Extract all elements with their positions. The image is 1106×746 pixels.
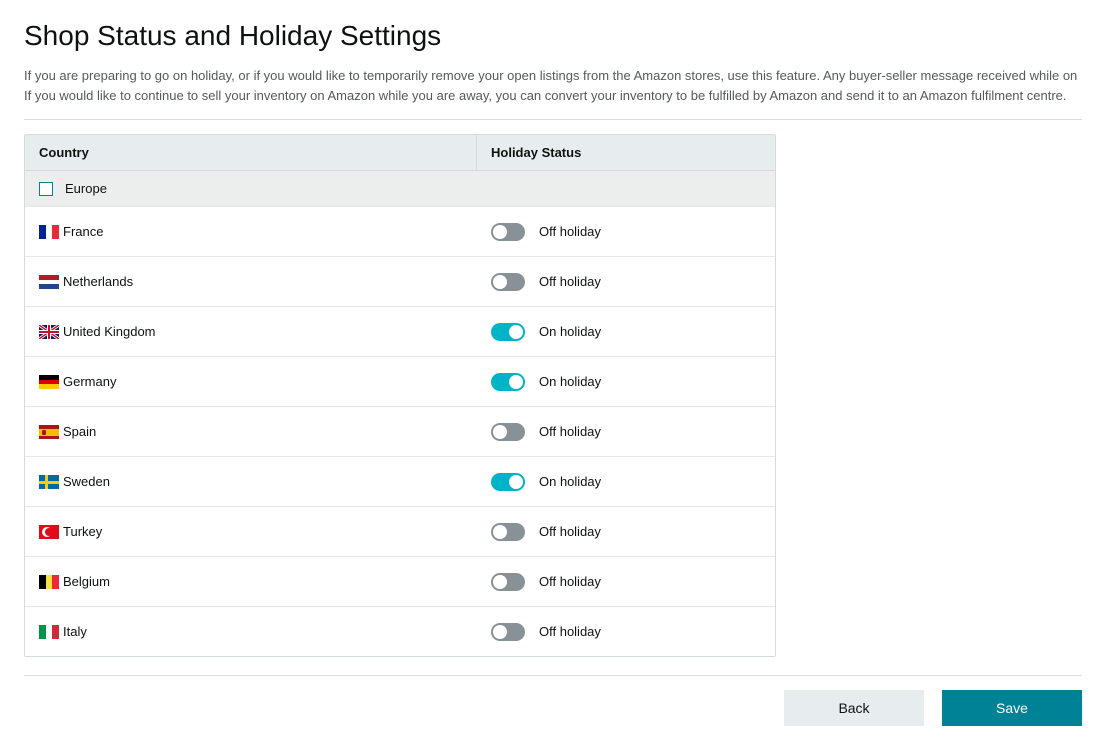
table-row: France Off holiday bbox=[25, 206, 775, 256]
holiday-toggle[interactable] bbox=[491, 573, 525, 591]
status-label: Off holiday bbox=[539, 274, 601, 289]
holiday-toggle[interactable] bbox=[491, 373, 525, 391]
status-cell: Off holiday bbox=[477, 213, 775, 251]
country-name: Spain bbox=[63, 424, 96, 439]
status-label: Off holiday bbox=[539, 624, 601, 639]
status-cell: On holiday bbox=[477, 363, 775, 401]
holiday-toggle[interactable] bbox=[491, 523, 525, 541]
table-row: Germany On holiday bbox=[25, 356, 775, 406]
europe-checkbox[interactable] bbox=[39, 182, 53, 196]
group-row-europe: Europe bbox=[25, 170, 775, 206]
footer-bar: Back Save bbox=[24, 675, 1082, 726]
country-cell: Italy bbox=[25, 614, 477, 649]
status-cell: Off holiday bbox=[477, 413, 775, 451]
description-line-2: If you would like to continue to sell yo… bbox=[24, 86, 1082, 106]
table-row: Turkey Off holiday bbox=[25, 506, 775, 556]
page-description: If you are preparing to go on holiday, o… bbox=[24, 66, 1082, 105]
flag-icon-es bbox=[39, 425, 59, 439]
column-header-status: Holiday Status bbox=[477, 135, 775, 170]
country-cell: Turkey bbox=[25, 514, 477, 549]
table-row: Spain Off holiday bbox=[25, 406, 775, 456]
group-label: Europe bbox=[65, 181, 107, 196]
status-label: Off holiday bbox=[539, 424, 601, 439]
status-label: Off holiday bbox=[539, 224, 601, 239]
country-name: Germany bbox=[63, 374, 116, 389]
country-name: Sweden bbox=[63, 474, 110, 489]
holiday-toggle[interactable] bbox=[491, 623, 525, 641]
table-row: United Kingdom On holiday bbox=[25, 306, 775, 356]
status-label: On holiday bbox=[539, 374, 601, 389]
status-cell: Off holiday bbox=[477, 263, 775, 301]
holiday-settings-table: Country Holiday Status Europe France Off … bbox=[24, 134, 776, 657]
country-name: France bbox=[63, 224, 103, 239]
page-title: Shop Status and Holiday Settings bbox=[24, 20, 1082, 52]
country-cell: Belgium bbox=[25, 564, 477, 599]
table-row: Sweden On holiday bbox=[25, 456, 775, 506]
status-cell: On holiday bbox=[477, 313, 775, 351]
table-header: Country Holiday Status bbox=[25, 135, 775, 170]
flag-icon-uk bbox=[39, 325, 59, 339]
holiday-toggle[interactable] bbox=[491, 223, 525, 241]
column-header-country: Country bbox=[25, 135, 477, 170]
flag-icon-be bbox=[39, 575, 59, 589]
holiday-toggle[interactable] bbox=[491, 423, 525, 441]
country-cell: France bbox=[25, 214, 477, 249]
save-button[interactable]: Save bbox=[942, 690, 1082, 726]
status-cell: Off holiday bbox=[477, 563, 775, 601]
country-name: Belgium bbox=[63, 574, 110, 589]
country-name: Netherlands bbox=[63, 274, 133, 289]
holiday-toggle[interactable] bbox=[491, 273, 525, 291]
flag-icon-se bbox=[39, 475, 59, 489]
country-name: Turkey bbox=[63, 524, 102, 539]
country-name: United Kingdom bbox=[63, 324, 156, 339]
country-cell: Netherlands bbox=[25, 264, 477, 299]
holiday-toggle[interactable] bbox=[491, 473, 525, 491]
status-cell: Off holiday bbox=[477, 513, 775, 551]
country-cell: United Kingdom bbox=[25, 314, 477, 349]
description-line-1: If you are preparing to go on holiday, o… bbox=[24, 66, 1082, 86]
country-cell: Spain bbox=[25, 414, 477, 449]
back-button[interactable]: Back bbox=[784, 690, 924, 726]
status-label: Off holiday bbox=[539, 574, 601, 589]
status-label: Off holiday bbox=[539, 524, 601, 539]
status-cell: Off holiday bbox=[477, 613, 775, 651]
table-row: Italy Off holiday bbox=[25, 606, 775, 656]
status-label: On holiday bbox=[539, 324, 601, 339]
status-label: On holiday bbox=[539, 474, 601, 489]
country-cell: Germany bbox=[25, 364, 477, 399]
country-cell: Sweden bbox=[25, 464, 477, 499]
header-divider bbox=[24, 119, 1082, 120]
table-row: Belgium Off holiday bbox=[25, 556, 775, 606]
flag-icon-nl bbox=[39, 275, 59, 289]
holiday-toggle[interactable] bbox=[491, 323, 525, 341]
flag-icon-tr bbox=[39, 525, 59, 539]
flag-icon-de bbox=[39, 375, 59, 389]
flag-icon-it bbox=[39, 625, 59, 639]
country-name: Italy bbox=[63, 624, 87, 639]
status-cell: On holiday bbox=[477, 463, 775, 501]
flag-icon-fr bbox=[39, 225, 59, 239]
table-row: Netherlands Off holiday bbox=[25, 256, 775, 306]
